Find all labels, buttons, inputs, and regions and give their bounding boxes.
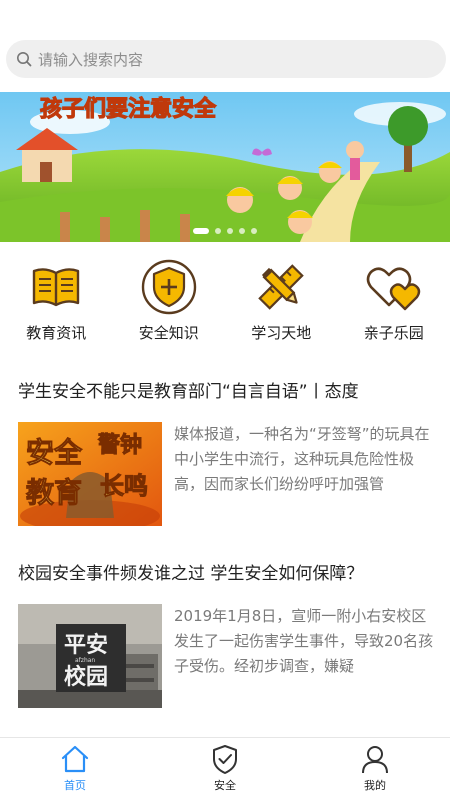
thumb-text-2: 警钟 <box>97 432 142 458</box>
tab-home[interactable]: 首页 <box>0 738 150 800</box>
search-input[interactable]: 请输入搜索内容 <box>6 40 446 78</box>
article-summary: 媒体报道，一种名为“牙签弩”的玩具在中小学生中流行，这种玩具危险性极高，因而家长… <box>174 425 430 493</box>
article-thumbnail: 安全 警钟 教育 长鸣 <box>18 422 162 526</box>
carousel-indicator <box>0 228 450 234</box>
category-safety-knowledge[interactable]: 安全知识 <box>113 258 226 348</box>
banner-image: 孩子们要注意安全 <box>0 92 450 242</box>
carousel-dot[interactable] <box>193 228 209 234</box>
category-label: 安全知识 <box>138 324 199 342</box>
search-placeholder: 请输入搜索内容 <box>38 50 144 69</box>
category-study-world[interactable]: 学习天地 <box>225 258 338 348</box>
carousel-dot[interactable] <box>251 228 257 234</box>
category-label: 亲子乐园 <box>363 324 424 342</box>
pencil-ruler-icon <box>252 258 310 316</box>
tab-label: 首页 <box>64 779 86 792</box>
carousel-dot[interactable] <box>239 228 245 234</box>
tab-label: 安全 <box>214 779 236 792</box>
shield-check-icon <box>213 745 237 774</box>
search-header: 请输入搜索内容 <box>0 0 450 92</box>
category-parent-child[interactable]: 亲子乐园 <box>338 258 450 348</box>
search-icon <box>17 52 32 67</box>
article-summary: 2019年1月8日，宣师一附小右安校区发生了一起伤害学生事件，导致20名孩子受伤… <box>174 607 434 675</box>
two-hearts-icon <box>365 258 423 316</box>
bottom-tab-bar: 首页 安全 我的 <box>0 737 450 800</box>
thumb-text-1: 平安 <box>64 632 108 658</box>
article-title: 学生安全不能只是教育部门“自言自语”丨态度 <box>18 382 359 402</box>
home-icon <box>61 745 89 773</box>
category-education-news[interactable]: 教育资讯 <box>0 258 113 348</box>
article-thumbnail: 平安 afzhan 校园 <box>18 604 162 708</box>
user-icon <box>362 746 388 774</box>
article-title: 校园安全事件频发谁之过 学生安全如何保障？ <box>18 564 364 584</box>
tab-safety[interactable]: 安全 <box>150 738 300 800</box>
carousel-dot[interactable] <box>215 228 221 234</box>
banner-carousel[interactable]: 孩子们要注意安全 <box>0 92 450 242</box>
tab-mine[interactable]: 我的 <box>300 738 450 800</box>
category-grid: 教育资讯 安全知识 学习天地 亲子乐园 <box>0 258 450 348</box>
category-label: 学习天地 <box>251 324 312 342</box>
thumb-text-2: afzhan <box>75 657 95 664</box>
article-item[interactable]: 学生安全不能只是教育部门“自言自语”丨态度 安全 警钟 教育 长鸣 媒体报道，一… <box>18 377 438 526</box>
open-book-icon <box>27 258 85 316</box>
thumb-text-3: 教育 <box>26 476 82 509</box>
carousel-dot[interactable] <box>227 228 233 234</box>
thumb-text-4: 长鸣 <box>100 472 148 500</box>
category-label: 教育资讯 <box>26 324 87 342</box>
thumb-text-3: 校园 <box>64 664 108 690</box>
banner-title: 孩子们要注意安全 <box>40 96 217 122</box>
thumb-text-1: 安全 <box>26 436 83 469</box>
article-item[interactable]: 校园安全事件频发谁之过 学生安全如何保障？ 平安 afzhan 校园 2019年… <box>18 559 438 708</box>
shield-plus-icon <box>140 258 198 316</box>
tab-label: 我的 <box>364 779 386 792</box>
